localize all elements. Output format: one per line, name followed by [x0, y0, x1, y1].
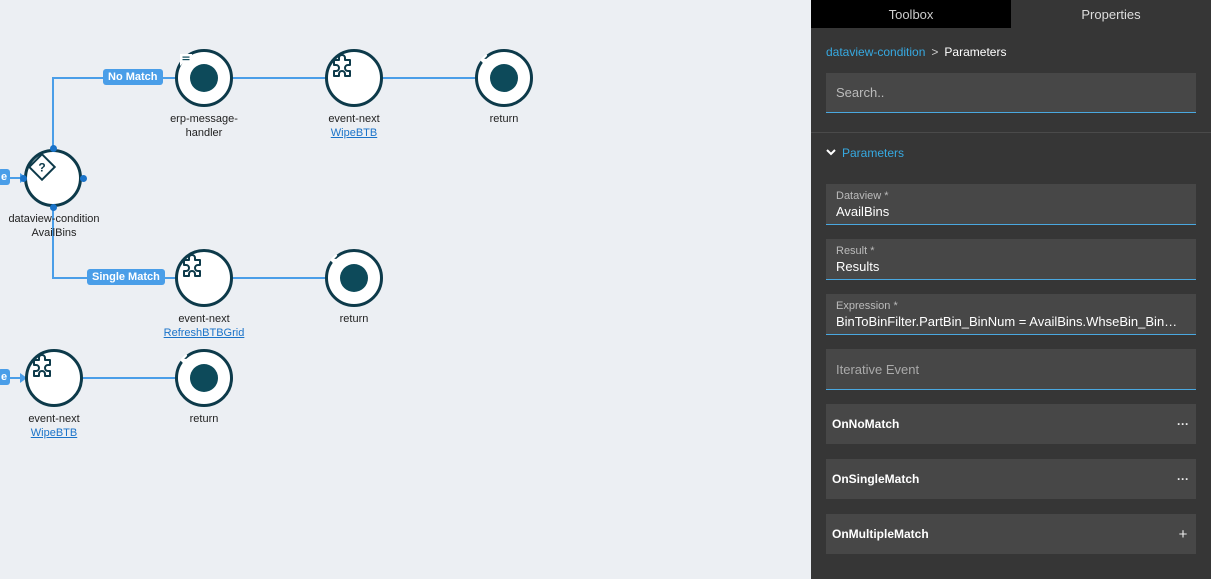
- return-node[interactable]: [475, 49, 533, 107]
- chevron-down-icon: [826, 147, 842, 159]
- return-label: return: [444, 112, 564, 126]
- svg-text:?: ?: [38, 161, 45, 175]
- return-node[interactable]: [325, 249, 383, 307]
- on-no-match-event[interactable]: OnNoMatch ···: [826, 404, 1196, 444]
- return-node[interactable]: [175, 349, 233, 407]
- search-input[interactable]: Search..: [826, 73, 1196, 113]
- dataview-condition-label: dataview-condition AvailBins: [0, 212, 114, 240]
- on-single-match-event[interactable]: OnSingleMatch ···: [826, 459, 1196, 499]
- panel-tabs: Toolbox Properties: [811, 0, 1211, 28]
- breadcrumb-separator: >: [931, 45, 939, 59]
- flow-connectors: [0, 73, 485, 383]
- field-value: AvailBins: [836, 204, 890, 219]
- incoming-edge-badge-bottom[interactable]: e: [0, 369, 11, 385]
- event-next-node[interactable]: [175, 249, 233, 307]
- divider: [811, 132, 1211, 133]
- single-match-badge[interactable]: Single Match: [87, 269, 165, 285]
- properties-panel: Toolbox Properties dataview-condition > Pa…: [811, 0, 1211, 579]
- erp-message-handler-label: erp-message-handler: [144, 112, 264, 140]
- expression-field[interactable]: Expression * BinToBinFilter.PartBin_BinN…: [826, 294, 1196, 335]
- field-label: Dataview *: [836, 190, 889, 202]
- more-options-icon[interactable]: ···: [1176, 472, 1190, 486]
- no-match-badge[interactable]: No Match: [103, 69, 163, 85]
- arrow-left-icon: [330, 254, 368, 292]
- event-link[interactable]: WipeBTB: [294, 126, 414, 140]
- event-link[interactable]: RefreshBTBGrid: [144, 326, 264, 340]
- port-left[interactable]: [20, 175, 27, 182]
- node-title: return: [489, 113, 519, 125]
- return-label: return: [294, 312, 414, 326]
- breadcrumb: dataview-condition > Parameters: [826, 45, 1006, 59]
- parameters-section-toggle[interactable]: Parameters: [826, 146, 904, 160]
- arrow-left-icon: [180, 354, 218, 392]
- flow-canvas[interactable]: No Match Single Match e e ? dataview-con…: [0, 0, 811, 579]
- section-title: Parameters: [842, 146, 905, 160]
- node-title: dataview-condition: [8, 213, 100, 225]
- result-field[interactable]: Result * Results: [826, 239, 1196, 280]
- node-title: event-next: [178, 313, 230, 325]
- node-title: return: [339, 313, 369, 325]
- tab-toolbox[interactable]: Toolbox: [811, 0, 1011, 28]
- tab-properties[interactable]: Properties: [1011, 0, 1211, 28]
- search-placeholder: Search..: [836, 85, 885, 100]
- port-bottom[interactable]: [50, 204, 57, 211]
- port-right[interactable]: [80, 175, 87, 182]
- breadcrumb-link[interactable]: dataview-condition: [826, 45, 925, 59]
- event-label: OnNoMatch: [832, 417, 900, 431]
- dataview-field[interactable]: Dataview * AvailBins: [826, 184, 1196, 225]
- node-subtitle: AvailBins: [31, 227, 77, 239]
- on-multiple-match-event[interactable]: OnMultipleMatch +: [826, 514, 1196, 554]
- dataview-condition-node[interactable]: ?: [24, 149, 82, 207]
- iterative-event-field[interactable]: Iterative Event: [826, 349, 1196, 390]
- arrow-left-icon: [480, 54, 518, 92]
- field-label: Result *: [836, 245, 875, 257]
- message-icon: [180, 54, 218, 92]
- field-value: Results: [836, 259, 880, 274]
- puzzle-icon: [183, 254, 201, 277]
- field-value: BinToBinFilter.PartBin_BinNum = AvailBin…: [836, 314, 1186, 329]
- puzzle-icon: [33, 354, 51, 377]
- field-placeholder: Iterative Event: [836, 361, 920, 377]
- node-title: erp-message-handler: [170, 113, 238, 139]
- node-title: event-next: [28, 413, 80, 425]
- more-options-icon[interactable]: ···: [1176, 417, 1190, 431]
- event-next-label: event-next RefreshBTBGrid: [144, 312, 264, 340]
- event-link[interactable]: WipeBTB: [0, 426, 114, 440]
- add-icon[interactable]: +: [1176, 526, 1190, 543]
- puzzle-icon: [333, 54, 351, 77]
- event-next-node[interactable]: [325, 49, 383, 107]
- erp-message-handler-node[interactable]: [175, 49, 233, 107]
- node-title: event-next: [328, 113, 380, 125]
- return-label: return: [144, 412, 264, 426]
- event-label: OnMultipleMatch: [832, 527, 929, 541]
- event-next-node[interactable]: [25, 349, 83, 407]
- incoming-edge-badge[interactable]: e: [0, 169, 11, 185]
- field-label: Expression *: [836, 300, 898, 312]
- node-title: return: [189, 413, 219, 425]
- event-next-label: event-next WipeBTB: [294, 112, 414, 140]
- port-top[interactable]: [50, 145, 57, 152]
- breadcrumb-current: Parameters: [944, 45, 1007, 59]
- question-diamond-icon: ?: [27, 152, 57, 182]
- event-next-label: event-next WipeBTB: [0, 412, 114, 440]
- event-label: OnSingleMatch: [832, 472, 920, 486]
